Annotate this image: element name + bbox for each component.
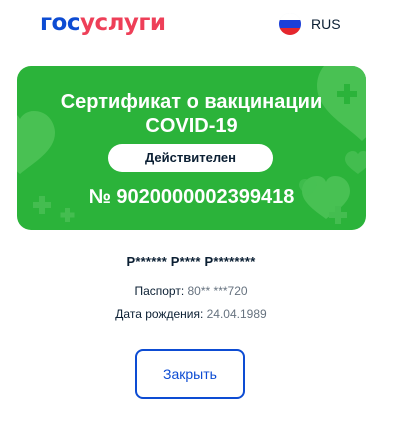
holder-name: Р****** Р**** Р******** [126, 254, 256, 269]
birth-date-value: 24.04.1989 [206, 307, 267, 321]
certificate-page: госуслуги RUS Сертификат о вакцинации CO… [0, 0, 408, 442]
language-switcher[interactable]: RUS [279, 13, 341, 35]
logo-text-uslugi: услуги [79, 10, 166, 36]
passport-row: Паспорт: 80** ***720 [0, 284, 382, 298]
close-button[interactable]: Закрыть [135, 349, 245, 399]
logo-text-gos: гос [40, 10, 80, 36]
certificate-number: № 9020000002399418 [88, 186, 295, 208]
russia-flag-icon [279, 13, 301, 35]
language-label: RUS [311, 16, 341, 32]
birth-date-label: Дата рождения: [115, 307, 204, 321]
certificate-title: Сертификат о вакцинации COVID-19 [60, 91, 323, 137]
vaccination-certificate-card: Сертификат о вакцинации COVID-19 Действит… [17, 66, 366, 230]
passport-label: Паспорт: [134, 284, 185, 298]
status-badge: Действителен [108, 144, 273, 172]
gosuslugi-logo[interactable]: госуслуги [40, 9, 166, 37]
passport-value: 80** ***720 [187, 284, 248, 298]
birth-date-row: Дата рождения: 24.04.1989 [0, 307, 382, 321]
